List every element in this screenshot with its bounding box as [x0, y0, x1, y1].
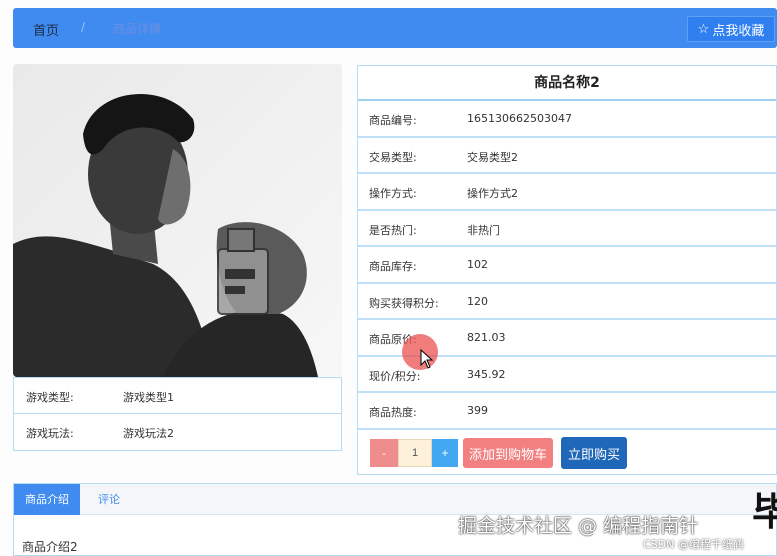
detail-label: 是否热门: — [369, 223, 417, 237]
detail-row: 商品热度: 399 — [358, 393, 776, 430]
info-label: 游戏玩法: — [26, 427, 74, 440]
detail-label: 交易类型: — [369, 150, 417, 164]
product-title: 商品名称2 — [358, 66, 776, 101]
breadcrumb-current: 商品详情 — [113, 22, 162, 36]
watermark-main: 掘金技术社区 @ 编程指南针 — [458, 515, 699, 537]
detail-value: 399 — [467, 404, 488, 417]
tab-comments[interactable]: 评论 — [84, 484, 134, 515]
favorite-button-label: 点我收藏 — [712, 22, 765, 38]
detail-value: 非热门 — [467, 223, 500, 237]
breadcrumb-home[interactable]: 首页 — [33, 20, 59, 39]
detail-label: 商品热度: — [369, 406, 417, 419]
detail-row: 是否热门: 非热门 — [358, 211, 776, 247]
favorite-button[interactable]: ☆ 点我收藏 — [687, 16, 775, 42]
detail-value: 165130662503047 — [467, 112, 572, 125]
tab-product-intro[interactable]: 商品介绍 — [14, 484, 80, 515]
info-row: 游戏玩法: 游戏玩法2 — [13, 414, 342, 451]
mouse-cursor-icon — [420, 349, 434, 369]
game-info-table: 游戏类型: 游戏类型1 游戏玩法: 游戏玩法2 — [13, 377, 342, 451]
info-value: 游戏玩法2 — [123, 427, 174, 440]
detail-value: 交易类型2 — [467, 150, 518, 164]
detail-label: 操作方式: — [369, 187, 417, 200]
detail-row: 购买获得积分: 120 — [358, 284, 776, 320]
quantity-increment-button[interactable]: + — [432, 439, 458, 467]
watermark-edge-glyph: 毕 — [752, 490, 777, 534]
product-detail-page: 首页 / 商品详情 ☆ 点我收藏 游戏类型: 游戏类型1 游戏玩法: 游戏玩法2… — [0, 0, 777, 556]
star-outline-icon: ☆ — [697, 21, 710, 36]
buy-now-button[interactable]: 立即购买 — [561, 437, 627, 469]
detail-label: 商品库存: — [369, 260, 417, 273]
detail-row: 操作方式: 操作方式2 — [358, 174, 776, 211]
quantity-decrement-button[interactable]: - — [370, 439, 398, 467]
product-photo — [13, 64, 342, 377]
quantity-input[interactable] — [398, 439, 432, 467]
detail-label: 现价/积分: — [369, 369, 421, 383]
product-detail-panel: 商品名称2 商品编号: 165130662503047 交易类型: 交易类型2 … — [357, 65, 777, 475]
watermark-sub: CSDN @编程千纸鹤 — [643, 538, 744, 551]
detail-row: 商品编号: 165130662503047 — [358, 101, 776, 138]
detail-value: 102 — [467, 258, 488, 271]
detail-value: 821.03 — [467, 331, 506, 344]
detail-value: 345.92 — [467, 367, 506, 381]
product-image — [13, 64, 342, 377]
detail-row: 商品库存: 102 — [358, 247, 776, 284]
detail-label: 商品编号: — [369, 114, 417, 127]
product-intro-content: 商品介绍2 — [22, 540, 78, 554]
info-value: 游戏类型1 — [123, 391, 174, 404]
detail-value: 操作方式2 — [467, 187, 518, 200]
info-row: 游戏类型: 游戏类型1 — [13, 377, 342, 414]
top-nav-bar: 首页 / 商品详情 ☆ 点我收藏 — [13, 8, 777, 48]
breadcrumb-separator: / — [81, 20, 86, 34]
purchase-actions: - + 添加到购物车 立即购买 — [370, 437, 627, 469]
detail-value: 120 — [467, 294, 488, 308]
info-label: 游戏类型: — [26, 391, 74, 404]
detail-label: 购买获得积分: — [369, 296, 439, 310]
add-to-cart-button[interactable]: 添加到购物车 — [463, 438, 553, 468]
detail-row: 交易类型: 交易类型2 — [358, 138, 776, 174]
